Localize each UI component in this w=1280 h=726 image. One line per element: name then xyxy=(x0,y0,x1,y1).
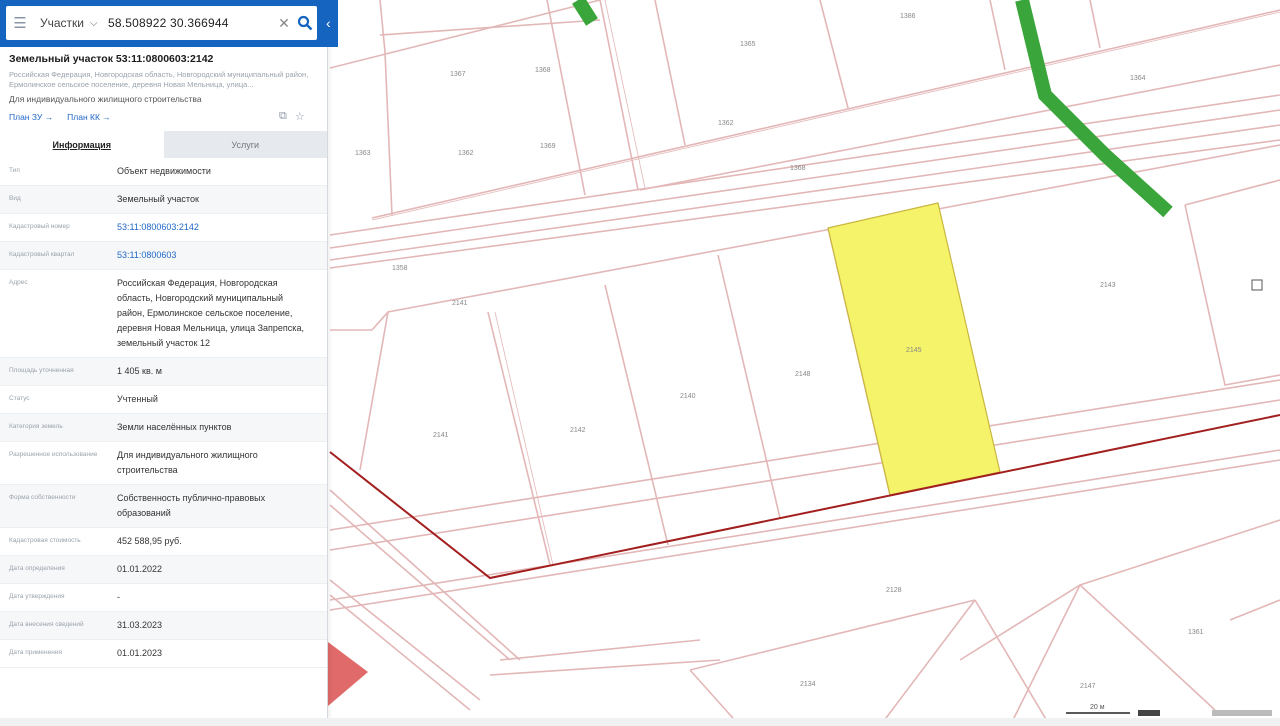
parcel-label-5: 1363 xyxy=(355,150,371,157)
plan-links: План ЗУ → План КК → xyxy=(9,112,111,122)
row-label: Кадастровый номер xyxy=(9,223,70,230)
table-row: Форма собственности Собственность публичн… xyxy=(0,485,327,528)
parcel-label-13: 2140 xyxy=(680,393,696,400)
tab-info[interactable]: Информация xyxy=(0,131,164,158)
row-label: Дата внесения сведений xyxy=(9,621,84,628)
cadastral-quarter-link[interactable]: 53:11:0800603 xyxy=(117,248,327,263)
row-label: Кадастровая стоимость xyxy=(9,537,81,544)
collapse-panel-icon[interactable]: ‹ xyxy=(326,15,331,31)
search-type-select[interactable]: Участки xyxy=(34,16,90,30)
parcel-label-9: 1368 xyxy=(790,165,806,172)
row-label: Форма собственности xyxy=(9,494,76,501)
row-value: 1 405 кв. м xyxy=(117,366,162,376)
row-label: Дата определения xyxy=(9,565,65,572)
parcel-label-20: 2147 xyxy=(1080,683,1096,690)
cadastral-number-link[interactable]: 53:11:0800603:2142 xyxy=(117,220,327,235)
row-value: - xyxy=(117,592,120,602)
parcel-label-15: 2145 xyxy=(906,347,922,354)
share-icon[interactable]: ⧉ xyxy=(279,110,287,123)
parcel-label-12: 2143 xyxy=(1100,282,1116,289)
parcel-label-16: 2142 xyxy=(570,427,586,434)
parcel-label-17: 2141 xyxy=(433,432,449,439)
row-value: 01.01.2023 xyxy=(117,648,163,658)
close-icon[interactable]: ✕ xyxy=(275,15,293,32)
search-icon[interactable] xyxy=(293,11,317,35)
row-value: 31.03.2023 xyxy=(117,620,163,630)
table-row: Дата применения 01.01.2023 xyxy=(0,640,327,668)
chevron-down-icon[interactable]: ⌵ xyxy=(90,18,104,29)
parcel-label-4: 1364 xyxy=(1130,75,1146,82)
parcel-address-short: Российская Федерация, Новгородская облас… xyxy=(9,70,309,89)
row-label: Разрешенное использование xyxy=(9,451,98,458)
row-label: Адрес xyxy=(9,279,28,286)
parcel-label-14: 2148 xyxy=(795,371,811,378)
row-value: Для индивидуального жилищного строительс… xyxy=(117,450,258,475)
table-row: Кадастровый номер 53:11:0800603:2142 xyxy=(0,214,327,242)
table-row: Вид Земельный участок xyxy=(0,186,327,214)
row-value: Российская Федерация, Новгородская облас… xyxy=(117,278,304,348)
row-label: Кадастровый квартал xyxy=(9,251,75,258)
info-panel: ☰ Участки ⌵ 58.508922 30.366944 ✕ ‹ Земе… xyxy=(0,0,338,726)
parcel-label-1: 1365 xyxy=(740,41,756,48)
row-label: Статус xyxy=(9,395,30,402)
row-value: 452 588,95 руб. xyxy=(117,536,182,546)
row-label: Площадь уточненная xyxy=(9,367,74,374)
row-value: Учтенный xyxy=(117,394,158,404)
plan-zu-link[interactable]: План ЗУ → xyxy=(9,112,53,122)
row-label: Дата утверждения xyxy=(9,593,65,600)
bottom-strip xyxy=(0,718,1280,726)
tab-services[interactable]: Услуги xyxy=(163,131,327,158)
table-row: Тип Объект недвижимости xyxy=(0,158,327,186)
parcel-label-8: 1362 xyxy=(718,120,734,127)
search-input[interactable]: 58.508922 30.366944 xyxy=(104,16,275,30)
scale-label: 20 м xyxy=(1090,704,1105,711)
table-row: Кадастровая стоимость 452 588,95 руб. xyxy=(0,528,327,556)
row-label: Дата применения xyxy=(9,649,62,656)
table-row: Статус Учтенный xyxy=(0,386,327,414)
row-value: Земли населённых пунктов xyxy=(117,422,232,432)
table-row: Дата определения 01.01.2022 xyxy=(0,556,327,584)
table-row: Площадь уточненная 1 405 кв. м xyxy=(0,358,327,386)
search-box: ☰ Участки ⌵ 58.508922 30.366944 ✕ xyxy=(6,6,317,40)
parcel-label-6: 1362 xyxy=(458,150,474,157)
row-value: Объект недвижимости xyxy=(117,166,211,176)
table-row: Кадастровый квартал 53:11:0800603 xyxy=(0,242,327,270)
tabs: Информация Услуги xyxy=(0,131,327,158)
parcel-label-11: 2141 xyxy=(452,300,468,307)
search-bar: ☰ Участки ⌵ 58.508922 30.366944 ✕ ‹ xyxy=(0,0,338,47)
star-icon[interactable]: ☆ xyxy=(295,110,305,123)
table-row: Разрешенное использование Для индивидуаль… xyxy=(0,442,327,485)
row-value: Земельный участок xyxy=(117,194,199,204)
table-row: Адрес Российская Федерация, Новгородская … xyxy=(0,270,327,358)
parcel-label-21: 1361 xyxy=(1188,629,1204,636)
table-row: Дата утверждения - xyxy=(0,584,327,612)
table-row: Дата внесения сведений 31.03.2023 xyxy=(0,612,327,640)
parcel-title: Земельный участок 53:11:0800603:2142 xyxy=(9,53,214,65)
menu-icon[interactable]: ☰ xyxy=(6,14,34,32)
parcel-actions: ⧉ ☆ xyxy=(279,110,305,123)
parcel-label-0: 1386 xyxy=(900,13,916,20)
plan-kk-link[interactable]: План КК → xyxy=(67,112,111,122)
parcel-label-3: 1368 xyxy=(535,67,551,74)
parcel-label-19: 2134 xyxy=(800,681,816,688)
row-value: 01.01.2022 xyxy=(117,564,163,574)
table-row: Категория земель Земли населённых пунктов xyxy=(0,414,327,442)
parcel-label-7: 1369 xyxy=(540,143,556,150)
info-table: Тип Объект недвижимости Вид Земельный учас… xyxy=(0,158,327,668)
row-label: Категория земель xyxy=(9,423,63,430)
parcel-label-10: 1358 xyxy=(392,265,408,272)
row-label: Тип xyxy=(9,167,20,174)
parcel-label-2: 1367 xyxy=(450,71,466,78)
parcel-purpose: Для индивидуального жилищного строительс… xyxy=(9,94,202,104)
row-label: Вид xyxy=(9,195,21,202)
parcel-label-18: 2128 xyxy=(886,587,902,594)
row-value: Собственность публично-правовых образова… xyxy=(117,493,266,518)
